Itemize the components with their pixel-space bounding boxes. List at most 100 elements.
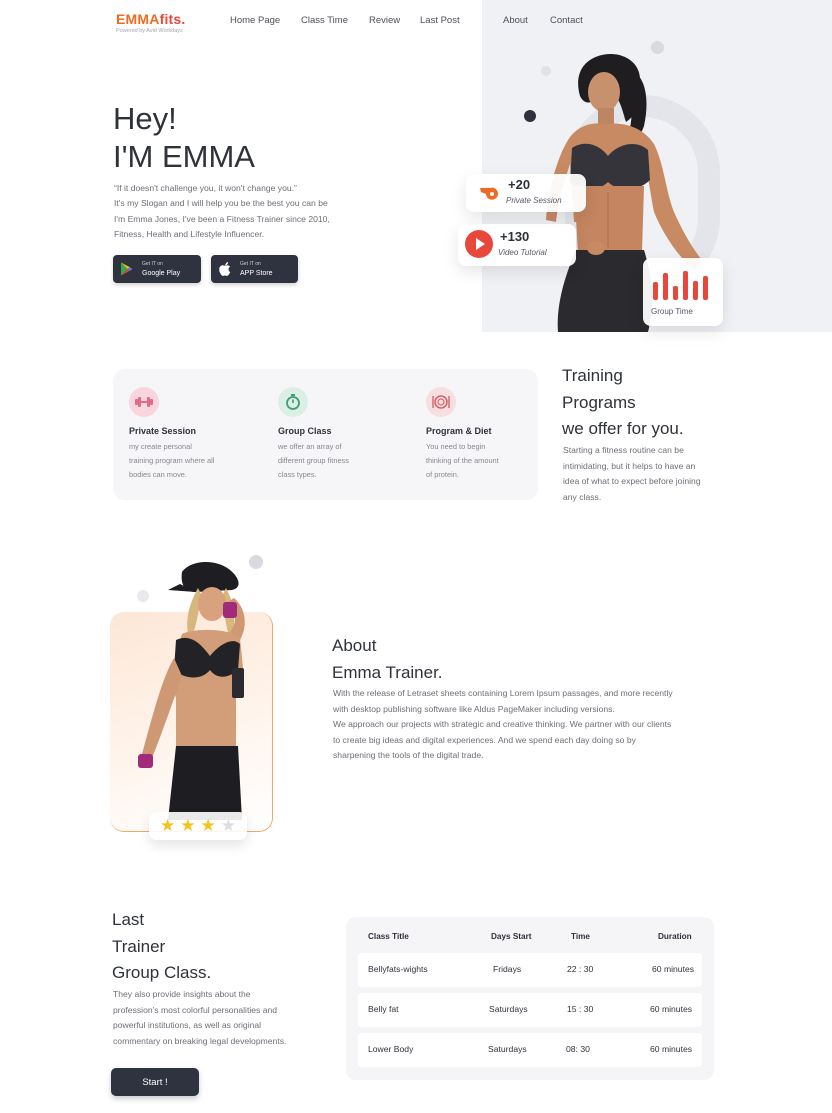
- cell-duration: 60 minutes: [650, 1044, 693, 1054]
- brand-tagline: Powered by Avid Workdays: [116, 28, 183, 34]
- about-description: With the release of Letraset sheets cont…: [333, 686, 733, 764]
- cell-days-start: Saturdays: [489, 1004, 528, 1014]
- stat-label: Private Session: [506, 196, 562, 205]
- group-class-description-line: commentary on breaking legal development…: [113, 1035, 287, 1046]
- stat-card-tutorials: +130 Video Tutorial: [458, 224, 576, 266]
- programs-description-line: idea of what to expect before joining: [563, 476, 701, 486]
- brand-name-part: fits.: [159, 11, 186, 27]
- features-panel: Private Session my create personal train…: [113, 369, 538, 500]
- play-icon: [464, 229, 494, 264]
- cell-class-title: Belly fat: [368, 1004, 399, 1014]
- group-class-title-line: Last: [112, 910, 145, 929]
- feature-text-line: of protein.: [426, 469, 459, 479]
- table-header: Days Start: [491, 932, 532, 941]
- feature-text: You need to begin thinking of the amount…: [426, 440, 546, 481]
- about-description-line: to create big ideas and digital experien…: [333, 734, 636, 745]
- star-icon: ★: [180, 816, 196, 835]
- table-header: Time: [571, 932, 590, 941]
- programs-description: Starting a fitness routine can be intimi…: [563, 443, 733, 505]
- programs-title-line: we offer for you.: [562, 419, 684, 438]
- programs-description-line: any class.: [563, 491, 602, 502]
- stat-value: +20: [508, 177, 531, 192]
- store-caption: Get IT on: [142, 261, 163, 267]
- hero-description: “If it doesn't challenge you, it won't c…: [114, 181, 374, 243]
- feature-text-line: different group fitness: [278, 455, 349, 465]
- feature-text-line: You need to begin: [426, 442, 486, 451]
- table-header: Class Title: [368, 932, 409, 941]
- store-caption: Get IT on: [240, 261, 261, 267]
- cell-days-start: Saturdays: [488, 1044, 527, 1054]
- cell-days-start: Fridays: [493, 964, 522, 974]
- cell-class-title: Lower Body: [368, 1044, 414, 1054]
- hero-line: It's my Slogan and I will help you be th…: [114, 198, 328, 209]
- google-play-button[interactable]: Get IT on Google Play: [113, 255, 201, 283]
- nav-class-time[interactable]: Class Time: [301, 15, 348, 26]
- feature-title: Program & Diet: [426, 426, 492, 436]
- group-time-bar: [703, 276, 708, 300]
- start-button[interactable]: Start !: [111, 1068, 199, 1096]
- cell-class-title: Bellyfats-wights: [368, 964, 428, 974]
- cell-time: 22 : 30: [567, 964, 594, 974]
- stat-card-sessions: +20 Private Session: [466, 174, 586, 212]
- nav-home[interactable]: Home Page: [230, 15, 280, 26]
- programs-title-line: Training: [562, 366, 623, 385]
- cell-duration: 60 minutes: [650, 1004, 693, 1014]
- group-class-description-line: powerful institutions, as well as origin…: [113, 1020, 262, 1030]
- hero-line: I'm Emma Jones, I've been a Fitness Trai…: [114, 213, 330, 224]
- brand-name-part: EMMA: [116, 11, 160, 27]
- feature-text-line: class types.: [278, 469, 317, 479]
- about-description-line: sharpening the tools of the digital trad…: [333, 750, 484, 760]
- group-time-bar: [683, 271, 688, 300]
- rating-stars: ★ ★ ★ ★: [149, 812, 247, 840]
- brand-logo[interactable]: EMMAfits. Powered by Avid Workdays: [116, 11, 185, 34]
- cell-time: 08: 30: [566, 1044, 590, 1054]
- group-class-title: Last Trainer Group Class.: [112, 907, 211, 987]
- google-play-icon: [119, 262, 134, 277]
- dumbbell-icon: [129, 387, 159, 417]
- group-class-title-line: Trainer: [112, 936, 166, 956]
- plate-icon: [426, 387, 456, 417]
- table-header: Duration: [658, 932, 692, 941]
- about-description-line: With the release of Letraset sheets cont…: [333, 688, 673, 698]
- trainer-about-photo: [138, 561, 245, 820]
- programs-description-line: Starting a fitness routine can be: [563, 445, 684, 455]
- cell-duration: 60 minutes: [652, 964, 695, 974]
- group-time-bar: [693, 281, 698, 300]
- group-time-label: Group Time: [651, 307, 693, 316]
- group-time-bar: [653, 282, 658, 300]
- nav-contact[interactable]: Contact: [550, 15, 583, 26]
- about-title-line: About: [332, 636, 377, 655]
- group-class-description-line: profession's most colorful personalities…: [113, 1004, 278, 1015]
- nav-review[interactable]: Review: [369, 15, 400, 26]
- about-description-line: We approach our projects with strategic …: [333, 719, 672, 729]
- nav-last-post[interactable]: Last Post: [420, 15, 460, 26]
- group-time-bar: [663, 273, 668, 300]
- stat-label: Video Tutorial: [498, 248, 547, 257]
- group-class-description: They also provide insights about the pro…: [113, 987, 333, 1049]
- store-name: APP Store: [240, 270, 273, 277]
- table-row[interactable]: Lower Body Saturdays 08: 30 60 minutes: [358, 1033, 702, 1067]
- group-class-title-line: Group Class.: [112, 963, 212, 982]
- feature-title: Private Session: [129, 426, 197, 436]
- cell-time: 15 : 30: [567, 1004, 594, 1014]
- feature-text-line: we offer an array of: [278, 442, 342, 451]
- feature-text-line: bodies can move.: [129, 469, 187, 479]
- whistle-icon: [478, 182, 500, 205]
- feature-text: my create personal training program wher…: [129, 440, 249, 481]
- class-schedule-table: Class Title Days Start Time Duration Bel…: [346, 917, 714, 1080]
- group-class-description-line: They also provide insights about the: [113, 989, 251, 999]
- stat-value: +130: [500, 229, 530, 244]
- about-title: About Emma Trainer.: [332, 633, 443, 686]
- group-time-chart: [653, 271, 708, 300]
- apple-icon: [217, 262, 232, 277]
- feature-text-line: training program where all: [129, 455, 215, 465]
- feature-text-line: thinking of the amount: [426, 455, 499, 465]
- hero-greeting: Hey!: [113, 101, 177, 136]
- table-row[interactable]: Bellyfats-wights Fridays 22 : 30 60 minu…: [358, 953, 702, 987]
- hero-title: Hey! I'M EMMA: [113, 100, 255, 176]
- app-store-button[interactable]: Get IT on APP Store: [211, 255, 298, 283]
- star-icon: ★: [160, 816, 176, 835]
- table-row[interactable]: Belly fat Saturdays 15 : 30 60 minutes: [358, 993, 702, 1027]
- nav-about[interactable]: About: [503, 15, 528, 26]
- about-description-line: with desktop publishing software like Al…: [333, 703, 615, 714]
